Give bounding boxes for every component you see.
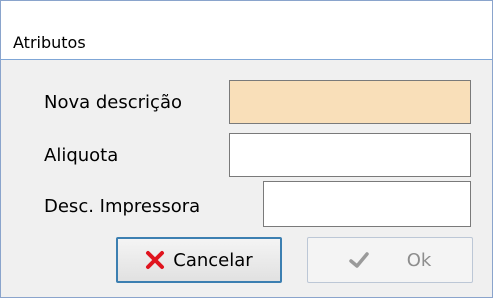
dialog-body: Nova descrição Aliquota Desc. Impressora… <box>1 60 492 297</box>
nova-descricao-field[interactable] <box>229 80 471 124</box>
x-icon <box>145 250 165 270</box>
cancel-button-label: Cancelar <box>173 249 253 271</box>
atributos-dialog: Atributos Nova descrição Aliquota Desc. … <box>0 0 493 298</box>
aliquota-label: Aliquota <box>44 145 119 166</box>
ok-button[interactable]: Ok <box>307 237 473 283</box>
checkmark-icon <box>348 250 369 270</box>
ok-button-label: Ok <box>406 249 432 271</box>
nova-descricao-label: Nova descrição <box>44 92 182 113</box>
dialog-title-bar: Atributos <box>1 1 492 60</box>
aliquota-field[interactable] <box>229 133 471 177</box>
desc-impressora-label: Desc. Impressora <box>44 196 201 217</box>
cancel-button[interactable]: Cancelar <box>116 237 282 283</box>
dialog-title: Atributos <box>13 33 86 52</box>
desc-impressora-field[interactable] <box>263 181 471 227</box>
